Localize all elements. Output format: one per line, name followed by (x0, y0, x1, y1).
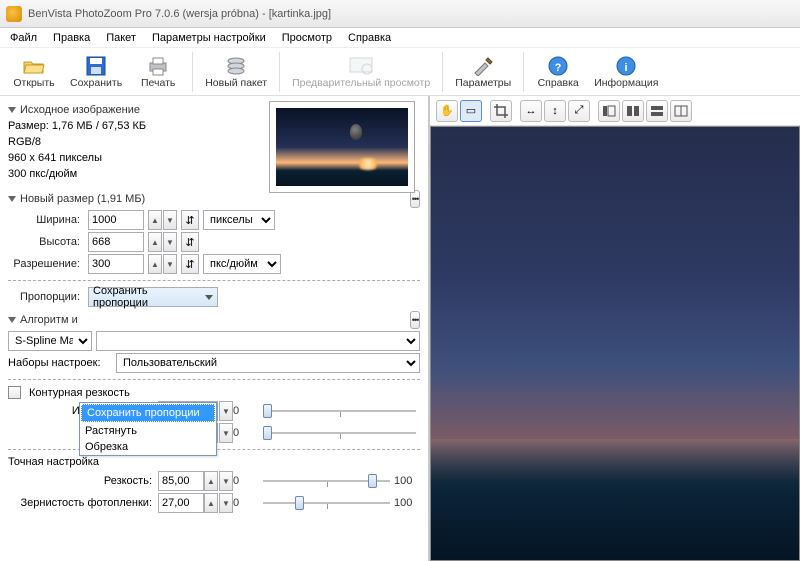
newsize-section-header[interactable]: Новый размер (1,91 МБ) ••• (8, 190, 420, 208)
toolbar-divider (279, 52, 280, 92)
sharp-label: Резкость: (8, 475, 158, 487)
toolbar-divider (192, 52, 193, 92)
more-button[interactable]: ••• (410, 190, 420, 208)
prop-label: Пропорции: (8, 291, 84, 303)
menu-batch[interactable]: Пакет (100, 30, 142, 46)
open-button[interactable]: Открыть (6, 50, 62, 94)
height-up[interactable]: ▲ (148, 232, 162, 252)
fit-height-icon[interactable]: ↕ (544, 100, 566, 122)
preview-icon (349, 55, 373, 77)
res-up[interactable]: ▲ (148, 254, 162, 274)
grain-input[interactable] (158, 493, 204, 513)
printer-icon (147, 55, 169, 77)
prop-option-stretch[interactable]: Растянуть (80, 423, 216, 439)
image-preview[interactable] (430, 126, 800, 561)
window-titlebar: BenVista PhotoZoom Pro 7.0.6 (wersja pró… (0, 0, 800, 28)
prop-dropdown: Сохранить пропорции Растянуть Обрезка (79, 402, 217, 456)
right-panel: ✋ ▭ ↔ ↕ ⤢ (430, 96, 800, 561)
window-title: BenVista PhotoZoom Pro 7.0.6 (wersja pró… (28, 8, 331, 20)
new-batch-button[interactable]: Новый пакет (199, 50, 273, 94)
help-button[interactable]: ? Справка (530, 50, 586, 94)
menu-view[interactable]: Просмотр (276, 30, 338, 46)
res-input[interactable] (88, 254, 144, 274)
method-sub-combo[interactable] (96, 331, 420, 351)
crop-tool-icon[interactable] (490, 100, 512, 122)
main-toolbar: Открыть Сохранить Печать Новый пакет Пре… (0, 48, 800, 96)
floppy-icon (86, 55, 106, 77)
width-input[interactable] (88, 210, 144, 230)
params-button[interactable]: Параметры (449, 50, 517, 94)
left-panel: Исходное изображение Размер: 1,76 МБ / 6… (0, 96, 430, 561)
sharp-input[interactable] (158, 471, 204, 491)
contour-label: Контурная резкость (29, 387, 130, 399)
grain-slider[interactable] (263, 494, 390, 512)
res-down[interactable]: ▼ (163, 254, 177, 274)
tools-icon (472, 55, 494, 77)
fit-width-icon[interactable]: ↔ (520, 100, 542, 122)
menu-bar: Файл Правка Пакет Параметры настройки Пр… (0, 28, 800, 48)
preview-button[interactable]: Предварительный просмотр (286, 50, 436, 94)
fit-both-icon[interactable]: ⤢ (568, 100, 590, 122)
intensity-slider[interactable] (263, 402, 416, 420)
menu-settings[interactable]: Параметры настройки (146, 30, 272, 46)
split-none-icon[interactable] (598, 100, 620, 122)
width-label: Ширина: (8, 214, 84, 226)
hand-tool-icon[interactable]: ✋ (436, 100, 458, 122)
height-input[interactable] (88, 232, 144, 252)
info-button[interactable]: i Информация (588, 50, 664, 94)
height-link[interactable]: ⇵ (181, 232, 199, 252)
height-down[interactable]: ▼ (163, 232, 177, 252)
split-h-icon[interactable] (622, 100, 644, 122)
algo-section-header[interactable]: Алгоритм и ••• (8, 311, 420, 329)
res-unit[interactable]: пкс/дюйм (203, 254, 281, 274)
prop-option-keep[interactable]: Сохранить пропорции (81, 404, 215, 422)
res-link[interactable]: ⇵ (181, 254, 199, 274)
help-icon: ? (548, 55, 568, 77)
source-thumbnail (270, 102, 414, 192)
more-button-2[interactable]: ••• (410, 311, 420, 329)
width-down[interactable]: ▼ (163, 210, 177, 230)
svg-text:i: i (625, 62, 628, 74)
menu-help[interactable]: Справка (342, 30, 397, 46)
print-button[interactable]: Печать (130, 50, 186, 94)
toolbar-divider (523, 52, 524, 92)
width-up[interactable]: ▲ (148, 210, 162, 230)
batch-icon (226, 55, 246, 77)
prop-option-crop[interactable]: Обрезка (80, 439, 216, 455)
split-grid-icon[interactable] (670, 100, 692, 122)
sharp-slider[interactable] (263, 472, 390, 490)
preset-combo[interactable]: Пользовательский (116, 353, 420, 373)
menu-edit[interactable]: Правка (47, 30, 96, 46)
prop-combo[interactable]: Сохранить пропорции (88, 287, 218, 307)
width-link[interactable]: ⇵ (181, 210, 199, 230)
marquee-tool-icon[interactable]: ▭ (460, 100, 482, 122)
menu-file[interactable]: Файл (4, 30, 43, 46)
contour-checkbox[interactable] (8, 386, 21, 399)
app-icon (6, 6, 22, 22)
split-v-icon[interactable] (646, 100, 668, 122)
save-button[interactable]: Сохранить (64, 50, 128, 94)
res-label: Разрешение: (8, 258, 84, 270)
grain-label: Зернистость фотопленки: (8, 497, 158, 509)
fine-header: Точная настройка (8, 456, 420, 468)
folder-open-icon (23, 55, 45, 77)
width-unit[interactable]: пикселы (203, 210, 275, 230)
toolbar-divider (442, 52, 443, 92)
view-toolbar: ✋ ▭ ↔ ↕ ⤢ (430, 96, 800, 126)
radius-slider[interactable] (263, 424, 416, 442)
svg-text:?: ? (555, 62, 562, 74)
info-icon: i (616, 55, 636, 77)
presets-label: Наборы настроек: (8, 357, 112, 369)
height-label: Высота: (8, 236, 84, 248)
method-combo[interactable]: S-Spline Max (8, 331, 92, 351)
